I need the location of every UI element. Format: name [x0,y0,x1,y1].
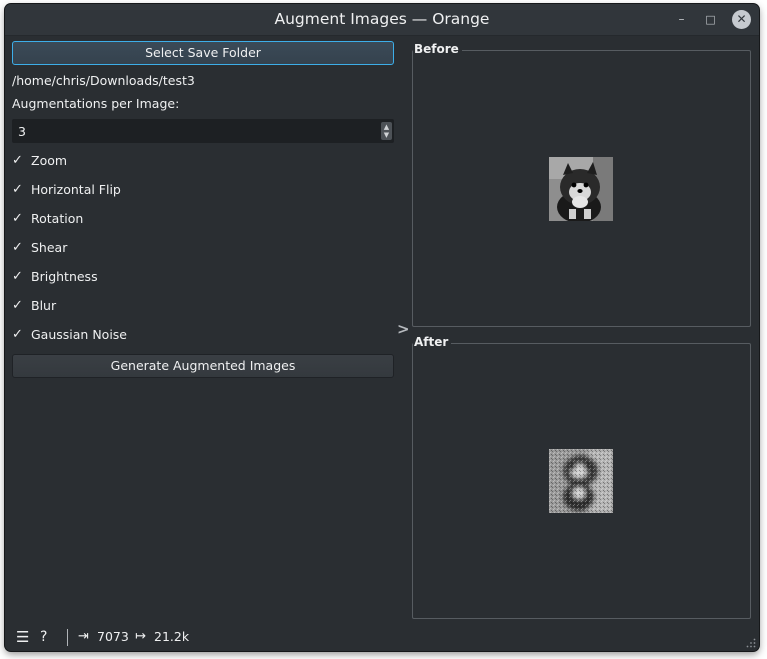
menu-hamburger-icon[interactable]: ☰ [16,623,29,651]
augmented-dog-photo-icon [549,449,613,513]
after-title: After [413,335,452,349]
checkbox-label: Rotation [31,211,84,226]
checkmark-icon[interactable]: ✓ [12,325,26,345]
before-title: Before [413,42,462,56]
status-separator [67,629,68,646]
checkbox-label: Shear [31,240,68,255]
after-image-thumbnail [549,449,613,513]
help-icon[interactable]: ? [40,623,47,651]
collapse-panel-chevron-icon[interactable]: > [397,320,410,338]
resize-grip-icon[interactable] [746,638,756,648]
status-bar: ☰ ? ⇥ 7073 ↦ 21.2k [5,623,759,651]
minimize-button[interactable]: – [672,10,691,29]
select-save-folder-button[interactable]: Select Save Folder [12,41,394,65]
close-button[interactable]: ✕ [732,10,751,29]
checkbox-label: Zoom [31,153,68,168]
augment-images-window: Augment Images — Orange – □ ✕ Select Sav… [5,4,759,651]
before-image-thumbnail [549,157,613,221]
checkbox-label: Gaussian Noise [31,327,127,342]
checkmark-icon[interactable]: ✓ [12,209,26,229]
dog-photo-icon [549,157,613,221]
input-count: 7073 [97,629,129,644]
checkmark-icon[interactable]: ✓ [12,180,26,200]
checkmark-icon[interactable]: ✓ [12,296,26,316]
checkbox-label: Horizontal Flip [31,182,121,197]
after-preview-group: After [412,335,751,619]
spinbox-arrows[interactable]: ▲ ▼ [381,122,392,140]
checkmark-icon[interactable]: ✓ [12,238,26,258]
input-signal-icon: ⇥ [78,629,89,644]
output-count: 21.2k [154,629,190,644]
checkmark-icon[interactable]: ✓ [12,151,26,171]
output-signal-icon: ↦ [135,629,146,644]
save-folder-path: /home/chris/Downloads/test3 [12,73,195,88]
checkbox-label: Brightness [31,269,98,284]
augmentations-per-image-spinbox[interactable]: 3 ▲ ▼ [12,119,394,143]
window-title: Augment Images — Orange [274,10,490,28]
spin-down-icon[interactable]: ▼ [381,131,392,139]
checkbox-label: Blur [31,298,57,313]
generate-augmented-images-button[interactable]: Generate Augmented Images [12,354,394,378]
maximize-button[interactable]: □ [701,10,720,29]
spin-up-icon[interactable]: ▲ [381,123,392,131]
before-preview-group: Before [412,42,751,327]
checkmark-icon[interactable]: ✓ [12,267,26,287]
augmentations-per-image-value[interactable]: 3 [18,124,26,139]
augmentations-per-image-label: Augmentations per Image: [12,96,180,111]
title-bar[interactable]: Augment Images — Orange – □ ✕ [5,4,759,36]
